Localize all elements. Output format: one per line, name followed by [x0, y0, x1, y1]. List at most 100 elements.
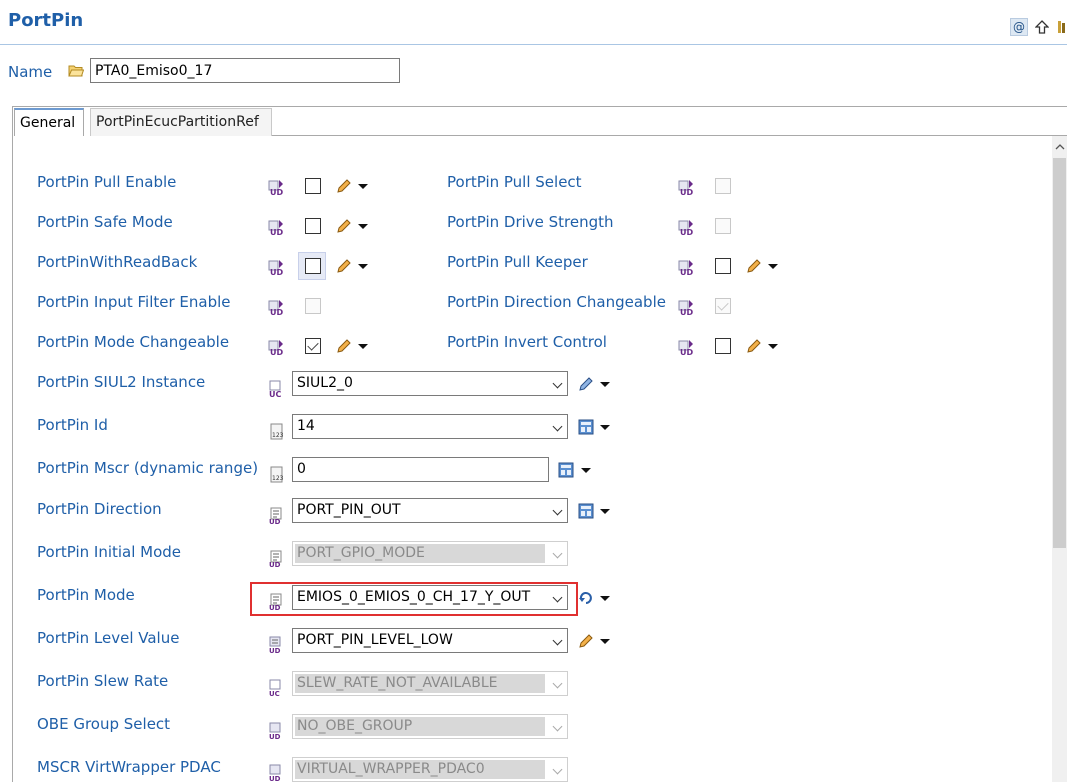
page-title: PortPin: [8, 10, 84, 31]
dropdown-caret-icon[interactable]: [768, 264, 778, 269]
mscr-virtwrapper-pdac-combo: VIRTUAL_WRAPPER_PDAC0: [292, 757, 568, 782]
portpin-id-combo[interactable]: 14: [292, 414, 568, 439]
portpin-level-value-combo[interactable]: PORT_PIN_LEVEL_LOW: [292, 628, 568, 653]
pencil-icon[interactable]: [578, 633, 594, 649]
recalculate-icon[interactable]: [578, 590, 594, 606]
svg-text:UD: UD: [680, 228, 693, 236]
dropdown-caret-icon[interactable]: [358, 264, 368, 269]
portpin-drive-strength-label: PortPin Drive Strength: [447, 213, 614, 231]
svg-text:UC: UC: [269, 690, 280, 697]
pencil-icon[interactable]: [746, 338, 762, 354]
pencil-icon[interactable]: [746, 258, 762, 274]
portpin-drive-strength-checkbox: [715, 218, 731, 234]
svg-text:123: 123: [272, 475, 284, 482]
portpin-invert-control-checkbox[interactable]: [715, 338, 731, 354]
portpin-mode-combo[interactable]: EMIOS_0_EMIOS_0_CH_17_Y_OUT: [292, 585, 568, 610]
portpin-with-readback-label: PortPinWithReadBack: [37, 253, 198, 271]
dropdown-caret-icon[interactable]: [600, 425, 610, 430]
portpin-safe-mode-label: PortPin Safe Mode: [37, 213, 173, 231]
portpin-direction-changeable-label: PortPin Direction Changeable: [447, 293, 666, 311]
chevron-down-icon: [552, 548, 563, 559]
portpin-direction-label: PortPin Direction: [37, 500, 162, 518]
integer-param-icon: 123: [270, 423, 284, 440]
dropdown-caret-icon[interactable]: [358, 344, 368, 349]
mscr-virtwrapper-pdac-label: MSCR VirtWrapper PDAC: [37, 758, 221, 776]
pencil-icon[interactable]: [336, 338, 352, 354]
portpin-slew-rate-label: PortPin Slew Rate: [37, 672, 169, 690]
name-input[interactable]: [90, 58, 400, 83]
boolean-param-icon: UD: [268, 220, 283, 236]
calculator-icon[interactable]: [578, 503, 594, 519]
dropdown-caret-icon[interactable]: [600, 382, 610, 387]
up-arrow-icon[interactable]: [1033, 18, 1051, 36]
scroll-up-icon[interactable]: [1052, 136, 1067, 156]
enum-param-icon: UD: [269, 722, 281, 740]
chevron-down-icon: [552, 505, 563, 516]
dropdown-caret-icon[interactable]: [358, 184, 368, 189]
dropdown-caret-icon[interactable]: [768, 344, 778, 349]
tab-portpin-ecuc-partition-ref[interactable]: PortPinEcucPartitionRef: [90, 108, 272, 136]
dropdown-caret-icon[interactable]: [600, 596, 610, 601]
portpin-id-label: PortPin Id: [37, 416, 108, 434]
portpin-pull-enable-checkbox[interactable]: [305, 178, 321, 194]
boolean-param-icon: UD: [678, 220, 693, 236]
pencil-icon[interactable]: [336, 258, 352, 274]
obe-group-select-label: OBE Group Select: [37, 715, 171, 733]
portpin-pull-select-label: PortPin Pull Select: [447, 173, 582, 191]
enum-param-icon: UD: [269, 636, 281, 654]
portpin-initial-mode-combo: PORT_GPIO_MODE: [292, 541, 568, 566]
chevron-down-icon: [552, 678, 563, 689]
svg-text:UD: UD: [680, 348, 693, 356]
pencil-icon[interactable]: [336, 178, 352, 194]
portpin-level-value-label: PortPin Level Value: [37, 629, 180, 647]
svg-text:UC: UC: [269, 390, 281, 398]
portpin-safe-mode-checkbox[interactable]: [305, 218, 321, 234]
tab-divider: [272, 135, 1067, 136]
svg-text:UD: UD: [269, 518, 281, 525]
scrollbar-thumb[interactable]: [1053, 158, 1066, 548]
enum-param-icon: UD: [269, 507, 282, 525]
svg-text:123: 123: [272, 432, 284, 439]
enum-param-icon: UD: [269, 593, 282, 611]
tab-general[interactable]: General: [14, 108, 84, 136]
library-icon[interactable]: [1054, 18, 1067, 36]
portpin-initial-mode-label: PortPin Initial Mode: [37, 543, 182, 561]
pencil-icon[interactable]: [336, 218, 352, 234]
chevron-down-icon: [552, 764, 563, 775]
svg-text:UD: UD: [680, 188, 693, 196]
dropdown-caret-icon[interactable]: [600, 509, 610, 514]
boolean-param-icon: UD: [678, 340, 693, 356]
portpin-mode-changeable-checkbox[interactable]: [305, 338, 321, 354]
integer-param-icon: 123: [270, 466, 284, 483]
portpin-pull-keeper-checkbox[interactable]: [715, 258, 731, 274]
portpin-mode-label: PortPin Mode: [37, 586, 135, 604]
reference-param-icon: UC: [269, 380, 281, 398]
calculator-icon[interactable]: [558, 462, 574, 478]
boolean-param-icon: UD: [268, 300, 283, 316]
svg-text:UD: UD: [270, 188, 283, 196]
svg-text:UD: UD: [270, 228, 283, 236]
svg-text:UD: UD: [269, 604, 281, 611]
calculator-icon[interactable]: [578, 419, 594, 435]
portpin-with-readback-checkbox[interactable]: [305, 258, 321, 274]
at-icon[interactable]: @: [1010, 18, 1028, 36]
svg-text:UD: UD: [269, 561, 281, 568]
dropdown-caret-icon[interactable]: [600, 639, 610, 644]
title-divider: [0, 44, 1067, 45]
reference-edit-icon[interactable]: [578, 376, 594, 392]
enum-param-icon: UD: [269, 764, 281, 782]
portpin-mode-changeable-label: PortPin Mode Changeable: [37, 333, 230, 351]
boolean-param-icon: UD: [678, 260, 693, 276]
svg-text:UD: UD: [270, 308, 283, 316]
portpin-direction-combo[interactable]: PORT_PIN_OUT: [292, 498, 568, 523]
portpin-mscr-input[interactable]: 0: [292, 457, 549, 482]
svg-text:UD: UD: [270, 348, 283, 356]
chevron-down-icon: [552, 592, 563, 603]
dropdown-caret-icon[interactable]: [358, 224, 368, 229]
dropdown-caret-icon[interactable]: [581, 468, 591, 473]
enum-param-icon: UC: [269, 679, 281, 697]
enum-param-icon: UD: [269, 550, 282, 568]
portpin-pull-keeper-label: PortPin Pull Keeper: [447, 253, 588, 271]
portpin-siul2-instance-combo[interactable]: SIUL2_0: [292, 371, 568, 396]
svg-text:UD: UD: [270, 268, 283, 276]
